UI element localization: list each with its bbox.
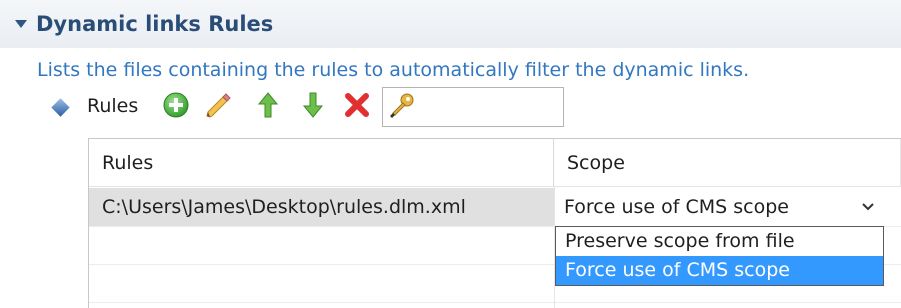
arrow-down-icon [302, 92, 324, 118]
section-title[interactable]: Dynamic links Rules [36, 12, 273, 36]
rules-table: Rules Scope C:\Users\James\Desktop\rules… [88, 138, 901, 308]
section-description: Lists the files containing the rules to … [37, 59, 750, 81]
filter-box[interactable] [382, 87, 564, 127]
add-rule-button[interactable] [161, 90, 191, 120]
add-icon [163, 92, 189, 118]
edit-rule-button[interactable] [203, 90, 233, 120]
chevron-down-icon[interactable] [861, 202, 875, 212]
filter-input[interactable] [421, 90, 561, 124]
column-header-scope[interactable]: Scope [554, 139, 901, 187]
scope-combobox[interactable]: Force use of CMS scope [555, 188, 884, 226]
rules-bullet-icon [51, 98, 70, 117]
arrow-up-icon [257, 92, 279, 118]
move-up-button[interactable] [253, 90, 283, 120]
scope-dropdown-list: Preserve scope from file Force use of CM… [555, 226, 884, 286]
table-row[interactable]: C:\Users\James\Desktop\rules.dlm.xml [89, 188, 554, 226]
row-divider [89, 302, 901, 303]
column-header-rules[interactable]: Rules [89, 139, 554, 187]
collapse-toggle-icon[interactable] [15, 20, 27, 28]
scope-selected-value: Force use of CMS scope [564, 196, 789, 218]
rule-path-cell: C:\Users\James\Desktop\rules.dlm.xml [102, 196, 466, 218]
move-down-button[interactable] [298, 90, 328, 120]
key-filter-icon [390, 93, 414, 118]
delete-rule-button[interactable] [342, 90, 372, 120]
scope-option-force-cms[interactable]: Force use of CMS scope [556, 256, 883, 285]
pencil-icon [206, 93, 231, 118]
delete-icon [345, 93, 369, 117]
scope-option-preserve[interactable]: Preserve scope from file [556, 227, 883, 256]
section-header: Dynamic links Rules [0, 0, 901, 48]
rules-label: Rules [87, 95, 139, 117]
